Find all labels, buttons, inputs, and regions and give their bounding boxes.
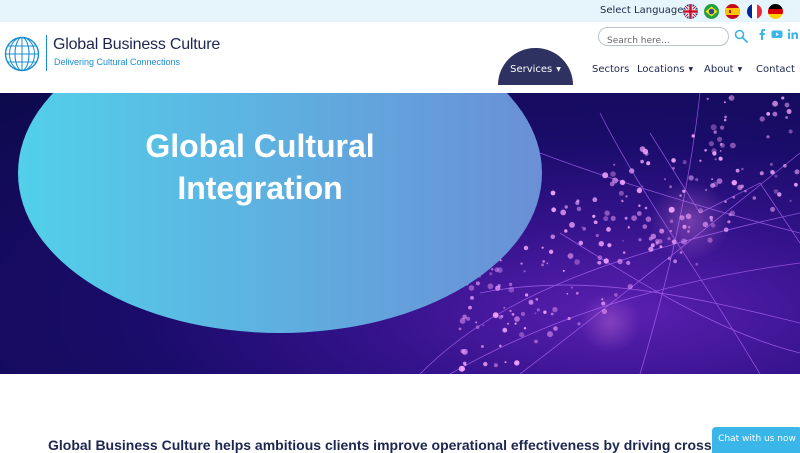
brazil-flag-icon[interactable]: [704, 4, 719, 19]
france-flag-icon[interactable]: [747, 4, 762, 19]
site-header: Global Business Culture Delivering Cultu…: [0, 22, 800, 93]
spain-flag-icon[interactable]: [725, 4, 740, 19]
linkedin-icon[interactable]: [787, 28, 799, 40]
germany-flag-icon[interactable]: [768, 4, 783, 19]
nav-contact[interactable]: Contact: [756, 64, 795, 75]
facebook-icon[interactable]: [756, 28, 768, 40]
uk-flag-icon[interactable]: [683, 4, 698, 19]
language-label: Select Language |: [600, 5, 690, 16]
brand-tagline: Delivering Cultural Connections: [54, 57, 181, 67]
hero-title: Global Cultural Integration: [145, 128, 375, 206]
youtube-icon[interactable]: [771, 28, 783, 40]
globe-logo-icon[interactable]: [4, 36, 40, 72]
search-field[interactable]: [598, 27, 729, 49]
search-icon[interactable]: [734, 29, 748, 43]
search-input[interactable]: [607, 33, 725, 49]
language-bar: Select Language |: [0, 0, 800, 22]
brand-name[interactable]: Global Business Culture: [53, 36, 220, 54]
nav-services[interactable]: Services ▼: [498, 48, 573, 85]
nav-about-label: About: [704, 64, 734, 75]
nav-about[interactable]: About ▼: [704, 64, 742, 75]
nav-locations-label: Locations: [637, 64, 685, 75]
nav-locations[interactable]: Locations ▼: [637, 64, 693, 75]
logo-divider: [46, 35, 47, 71]
hero-banner: Global Cultural Integration: [0, 93, 800, 374]
chevron-down-icon: ▼: [556, 66, 561, 73]
chevron-down-icon: ▼: [737, 66, 743, 73]
chat-button[interactable]: Chat with us now: [712, 427, 800, 453]
nav-sectors[interactable]: Sectors: [592, 64, 629, 75]
chevron-down-icon: ▼: [688, 66, 694, 73]
intro-text: Global Business Culture helps ambitious …: [48, 437, 733, 453]
nav-services-label: Services: [510, 64, 553, 75]
